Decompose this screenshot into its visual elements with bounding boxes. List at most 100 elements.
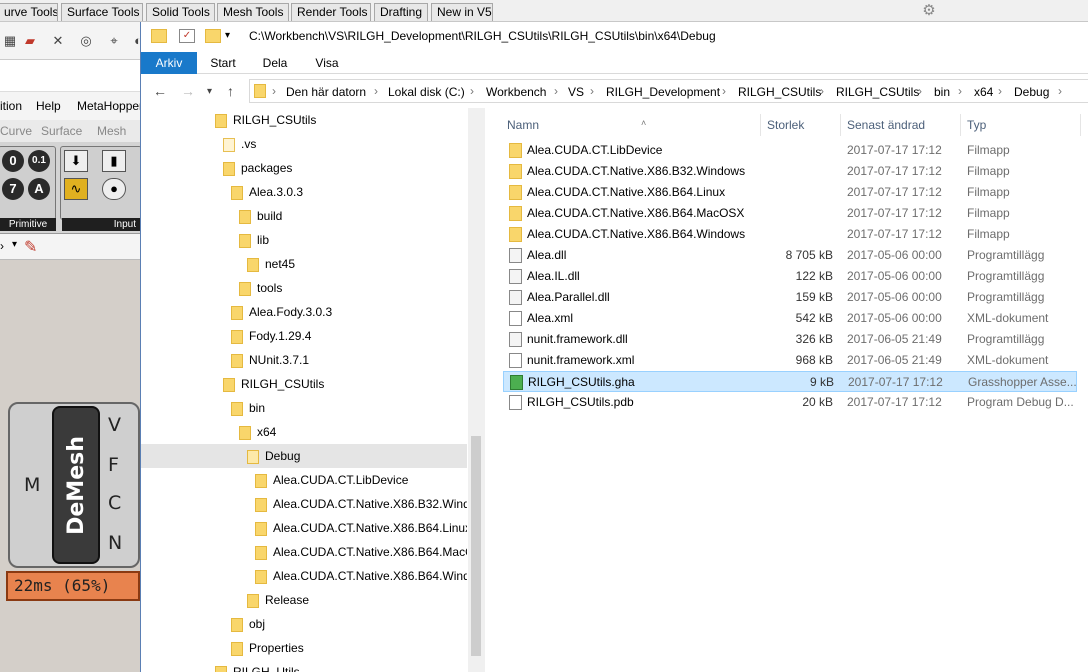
rhino-tab[interactable]: urve Tools	[0, 3, 58, 21]
tree-node[interactable]: tools	[141, 276, 467, 300]
component-output-port[interactable]: N	[108, 532, 122, 554]
file-row[interactable]: Alea.CUDA.CT.Native.X86.B64.Linux 2017-07…	[503, 182, 1077, 203]
file-row[interactable]: nunit.framework.dll 326 kB 2017-06-05 21:4…	[503, 329, 1077, 350]
file-row[interactable]: Alea.IL.dll 122 kB 2017-05-06 00:00 Program…	[503, 266, 1077, 287]
component-output-port[interactable]: V	[108, 414, 121, 436]
grid-icon[interactable]: ▦	[0, 30, 20, 52]
breadcrumb-item[interactable]: Workbench	[486, 85, 546, 99]
breadcrumb-item[interactable]: Debug	[1014, 85, 1049, 99]
tree-node[interactable]: lib	[141, 228, 467, 252]
tree-node[interactable]: RILGH_Utils	[141, 660, 467, 672]
snap-icon[interactable]: ⌖	[104, 30, 124, 52]
tree-node[interactable]: packages	[141, 156, 467, 180]
breadcrumb-separator-icon[interactable]: ›	[918, 84, 922, 98]
breadcrumb-separator-icon[interactable]: ›	[590, 84, 594, 98]
file-row[interactable]: Alea.CUDA.CT.Native.X86.B32.Windows 2017-…	[503, 161, 1077, 182]
tree-node[interactable]: Alea.CUDA.CT.Native.X86.B32.Windo	[141, 492, 467, 516]
component-output-port[interactable]: C	[108, 492, 121, 514]
tree-node[interactable]: x64	[141, 420, 467, 444]
tree-node[interactable]: NUnit.3.7.1	[141, 348, 467, 372]
tab-arkiv[interactable]: Arkiv	[141, 52, 197, 74]
rhino-tab[interactable]: Surface Tools	[61, 3, 143, 21]
rhino-tab[interactable]: Drafting	[374, 3, 428, 21]
chevron-down-icon[interactable]: ▾	[225, 29, 241, 43]
tree-node[interactable]: RILGH_CSUtils	[141, 108, 467, 132]
component-input-port[interactable]: M	[24, 474, 40, 496]
tree-node[interactable]: Fody.1.29.4	[141, 324, 467, 348]
tree-node[interactable]: Alea.CUDA.CT.Native.X86.B64.Linux	[141, 516, 467, 540]
column-header-type[interactable]: Typ	[961, 114, 1081, 136]
new-folder-icon[interactable]	[205, 29, 221, 43]
column-header-modified[interactable]: Senast ändrad	[841, 114, 961, 136]
tab-visa[interactable]: Visa	[305, 52, 349, 74]
menu-item[interactable]: ition	[0, 99, 22, 113]
tree-node[interactable]: net45	[141, 252, 467, 276]
rhino-tab[interactable]: Render Tools	[291, 3, 371, 21]
target-icon[interactable]: ◎	[76, 30, 96, 52]
panel-button[interactable]: 7	[2, 178, 24, 200]
breadcrumb-item[interactable]: RILGH_CSUtils	[738, 85, 821, 99]
breadcrumb-item[interactable]: bin	[934, 85, 950, 99]
breadcrumb-separator-icon[interactable]: ›	[998, 84, 1002, 98]
forward-arrow-icon[interactable]: →	[181, 83, 195, 99]
breadcrumb-separator-icon[interactable]: ›	[272, 84, 276, 98]
pen-icon[interactable]: ✎	[24, 237, 37, 257]
breadcrumb-separator-icon[interactable]: ›	[820, 84, 824, 98]
breadcrumb-separator-icon[interactable]: ›	[958, 84, 962, 98]
button-icon[interactable]: ●	[102, 178, 126, 200]
file-row[interactable]: nunit.framework.xml 968 kB 2017-06-05 21:4…	[503, 350, 1077, 371]
breadcrumb-item[interactable]: x64	[974, 85, 993, 99]
panel-button[interactable]: A	[28, 178, 50, 200]
tree-node[interactable]: Properties	[141, 636, 467, 660]
tree-node[interactable]: Alea.CUDA.CT.LibDevice	[141, 468, 467, 492]
breadcrumb-separator-icon[interactable]: ›	[1058, 84, 1062, 98]
component-output-port[interactable]: F	[108, 454, 119, 476]
tree-node[interactable]: .vs	[141, 132, 467, 156]
file-row[interactable]: Alea.CUDA.CT.Native.X86.B64.Windows 2017-…	[503, 224, 1077, 245]
breadcrumb-item[interactable]: Den här datorn	[286, 85, 366, 99]
chevron-down-icon[interactable]: ▾	[12, 239, 17, 250]
breadcrumb-item[interactable]: VS	[568, 85, 584, 99]
panel-button[interactable]: 0.1	[28, 150, 50, 172]
up-arrow-icon[interactable]: ↑	[227, 83, 234, 99]
tree-node[interactable]: RILGH_CSUtils	[141, 372, 467, 396]
tab-start[interactable]: Start	[201, 52, 245, 74]
category-tab[interactable]: Mesh	[97, 124, 126, 138]
properties-icon[interactable]: ✓	[179, 29, 195, 43]
scrollbar-thumb[interactable]	[471, 436, 481, 656]
rhino-tab[interactable]: New in V5	[431, 3, 493, 21]
chevron-down-icon[interactable]: ▾	[207, 86, 212, 97]
tree-node[interactable]: Alea.3.0.3	[141, 180, 467, 204]
tree-node-selected[interactable]: Debug	[141, 444, 467, 468]
graph-icon[interactable]: ∿	[64, 178, 88, 200]
car-icon[interactable]: ▰	[20, 30, 40, 52]
tab-dela[interactable]: Dela	[253, 52, 297, 74]
breadcrumb-separator-icon[interactable]: ›	[470, 84, 474, 98]
slider-icon[interactable]: ⬇	[64, 150, 88, 172]
breadcrumb-separator-icon[interactable]: ›	[554, 84, 558, 98]
breadcrumb-separator-icon[interactable]: ›	[374, 84, 378, 98]
file-row[interactable]: RILGH_CSUtils.pdb 20 kB 2017-07-17 17:12 Pr…	[503, 392, 1077, 413]
breadcrumb-item[interactable]: Lokal disk (C:)	[388, 85, 465, 99]
address-bar[interactable]: › Den här datorn › Lokal disk (C:) › Wor…	[249, 79, 1088, 103]
menu-item-metahopper[interactable]: MetaHopper	[77, 99, 143, 113]
file-row[interactable]: Alea.xml 542 kB 2017-05-06 00:00 XML-dokume…	[503, 308, 1077, 329]
gear-icon[interactable]: ⚙	[920, 2, 938, 20]
file-row[interactable]: Alea.CUDA.CT.LibDevice 2017-07-17 17:12 Fi…	[503, 140, 1077, 161]
select-icon[interactable]: ✕	[48, 30, 68, 52]
back-arrow-icon[interactable]: ←	[153, 83, 167, 99]
rhino-tab[interactable]: Solid Tools	[146, 3, 215, 21]
breadcrumb-item[interactable]: RILGH_Development	[606, 85, 720, 99]
category-tab[interactable]: Curve	[0, 124, 32, 138]
zoom-icon[interactable]: ›	[0, 239, 4, 253]
column-header-name[interactable]: Namn ˄	[501, 114, 761, 136]
file-row[interactable]: Alea.Parallel.dll 159 kB 2017-05-06 00:00 P…	[503, 287, 1077, 308]
tree-node[interactable]: Release	[141, 588, 467, 612]
rhino-tab[interactable]: Mesh Tools	[217, 3, 289, 21]
tree-node[interactable]: bin	[141, 396, 467, 420]
column-header-size[interactable]: Storlek	[761, 114, 841, 136]
file-row[interactable]: Alea.dll 8 705 kB 2017-05-06 00:00 Programt…	[503, 245, 1077, 266]
panel-button[interactable]: 0	[2, 150, 24, 172]
toggle-icon[interactable]: ▮	[102, 150, 126, 172]
tree-node[interactable]: Alea.CUDA.CT.Native.X86.B64.MacOS	[141, 540, 467, 564]
